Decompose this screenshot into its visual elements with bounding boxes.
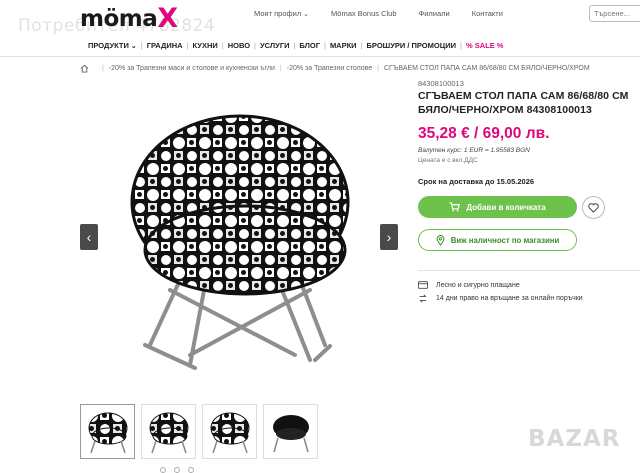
stores-link[interactable]: Филиали xyxy=(419,9,450,18)
logo-x: X xyxy=(157,3,178,34)
chevron-down-icon: ⌄ xyxy=(130,43,137,50)
thumbnail[interactable] xyxy=(263,404,318,459)
nav-products[interactable]: ПРОДУКТИ ⌄ xyxy=(84,41,141,50)
contacts-link[interactable]: Контакти xyxy=(472,9,503,18)
my-profile-link[interactable]: Моят профил xyxy=(254,9,309,18)
momax-logo[interactable]: mömaX xyxy=(80,2,178,34)
divider xyxy=(418,270,640,271)
main-nav: ПРОДУКТИ ⌄ | ГРАДИНА | КУХНИ | НОВО | УСЛ… xyxy=(0,37,640,57)
nav-sale[interactable]: % SALE % xyxy=(462,41,508,50)
nav-products-label: ПРОДУКТИ xyxy=(88,41,129,50)
top-header: Потребител 4782824 mömaX Моят профил Möm… xyxy=(0,0,640,36)
gallery-dot[interactable] xyxy=(160,467,166,473)
gallery-dot[interactable] xyxy=(174,467,180,473)
return-icon xyxy=(419,294,427,303)
product-title: СГЪВАЕМ СТОЛ ПАПА САМ 86/68/80 СМ БЯЛО/Ч… xyxy=(418,90,629,116)
vat-note: Цената е с вкл.ДДС xyxy=(418,157,478,164)
location-pin-icon xyxy=(436,234,445,246)
product-price: 35,28 € / 69,00 лв. xyxy=(418,125,550,142)
product-sku: 84308100013 xyxy=(418,79,464,88)
thumbnail-strip xyxy=(80,404,318,459)
gallery-dot[interactable] xyxy=(188,467,194,473)
next-image-button[interactable]: › xyxy=(380,224,398,250)
home-icon[interactable] xyxy=(80,64,89,73)
thumbnail-image xyxy=(88,412,127,453)
prev-image-button[interactable]: ‹ xyxy=(80,224,98,250)
nav-services[interactable]: УСЛУГИ xyxy=(256,41,293,50)
nav-brands[interactable]: МАРКИ xyxy=(326,41,361,50)
store-availability-label: Виж наличност по магазини xyxy=(450,235,560,245)
cart-icon xyxy=(449,202,461,212)
thumbnail[interactable] xyxy=(141,404,196,459)
thumbnail-image xyxy=(272,414,309,452)
nav-garden[interactable]: ГРАДИНА xyxy=(143,41,187,50)
thumbnail[interactable] xyxy=(80,404,135,459)
nav-blog[interactable]: БЛОГ xyxy=(295,41,324,50)
gallery-dots xyxy=(160,467,194,473)
breadcrumb-item[interactable]: -20% за Трапезни столове xyxy=(287,65,372,72)
exchange-rate: Валутен курс: 1 EUR = 1.95583 BGN xyxy=(418,147,530,154)
top-links: Моят профил Mömax Bonus Club Филиали Кон… xyxy=(254,9,503,18)
nav-kitchens[interactable]: КУХНИ xyxy=(189,41,222,50)
add-to-cart-button[interactable]: Добави в количката xyxy=(418,196,577,218)
thumbnail-image xyxy=(149,412,188,453)
product-image xyxy=(130,114,350,370)
feature-return-policy: 14 дни право на връщане за онлайн поръчк… xyxy=(418,294,583,303)
delivery-date: Срок на доставка до 15.05.2026 xyxy=(418,177,535,186)
credit-card-icon xyxy=(418,281,428,289)
breadcrumb-current: СГЪВАЕМ СТОЛ ПАПА САМ 86/68/80 СМ БЯЛО/Ч… xyxy=(384,65,590,72)
search-input[interactable]: Търсене... xyxy=(589,5,640,22)
nav-brochures[interactable]: БРОШУРИ / ПРОМОЦИИ xyxy=(363,41,460,50)
breadcrumb: | -20% за Трапезни маси и столове и кухн… xyxy=(80,64,590,73)
feature-label: 14 дни право на връщане за онлайн поръчк… xyxy=(436,295,583,302)
feature-label: Лесно и сигурно плащане xyxy=(436,281,520,289)
thumbnail[interactable] xyxy=(202,404,257,459)
breadcrumb-item[interactable]: -20% за Трапезни маси и столове и кухнен… xyxy=(109,65,275,72)
logo-text: möma xyxy=(80,6,158,32)
product-gallery: ‹ › xyxy=(80,80,400,400)
wishlist-button[interactable] xyxy=(582,196,605,219)
nav-new[interactable]: НОВО xyxy=(224,41,254,50)
feature-secure-payment: Лесно и сигурно плащане xyxy=(418,281,520,289)
heart-icon xyxy=(588,202,599,213)
store-availability-button[interactable]: Виж наличност по магазини xyxy=(418,229,577,251)
bonus-club-link[interactable]: Mömax Bonus Club xyxy=(331,9,396,18)
thumbnail-image xyxy=(210,412,249,453)
add-to-cart-label: Добави в количката xyxy=(466,202,546,212)
bazar-watermark: BAZAR xyxy=(528,426,621,452)
